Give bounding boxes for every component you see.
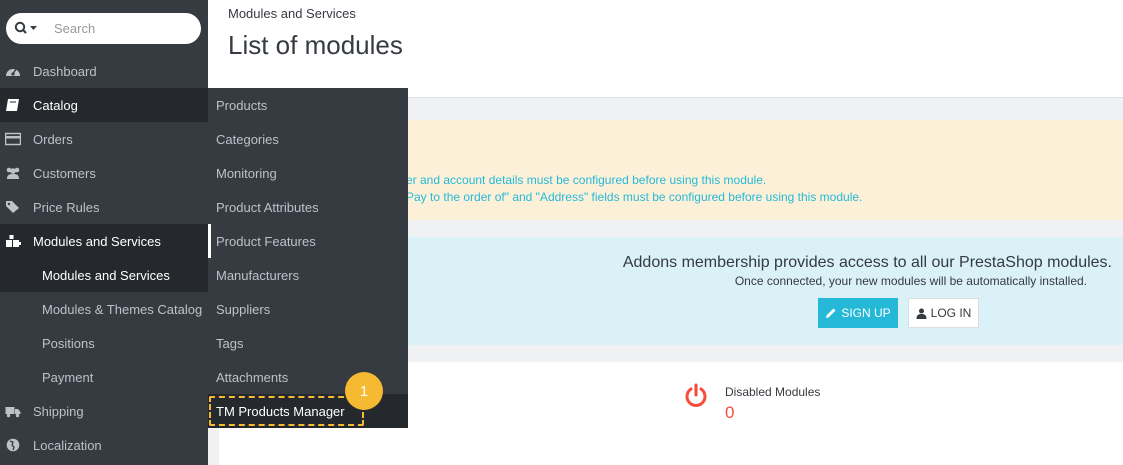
- submenu-item-label: Modules and Services: [42, 268, 170, 283]
- warning-line: Pay to the order of" and "Address" field…: [406, 190, 863, 204]
- submenu-item-modules-themes-catalog[interactable]: Modules & Themes Catalog: [0, 292, 208, 326]
- search-box: [6, 13, 201, 44]
- flyout-item-products[interactable]: Products: [208, 88, 408, 122]
- flyout-item-label: Products: [216, 98, 268, 113]
- puzzle-icon: [6, 235, 21, 247]
- submenu-item-payment[interactable]: Payment: [0, 360, 208, 394]
- pencil-icon: [826, 308, 836, 318]
- sidebar-item-modules-and-services[interactable]: Modules and Services: [0, 224, 208, 258]
- globe-icon: [6, 438, 20, 452]
- submenu-item-modules-and-services[interactable]: Modules and Services: [0, 258, 208, 292]
- truck-icon: [5, 407, 21, 418]
- step-number-badge: 1: [345, 372, 383, 410]
- flyout-item-label: Product Attributes: [216, 200, 319, 215]
- page-header: Modules and Services List of modules: [208, 0, 1123, 98]
- sidebar-item-label: Customers: [33, 166, 96, 181]
- flyout-item-label: Suppliers: [216, 302, 271, 317]
- sidebar-item-label: Localization: [33, 438, 102, 453]
- flyout-item-manufacturers[interactable]: Manufacturers: [208, 258, 408, 292]
- sidebar-item-label: Modules and Services: [33, 234, 161, 249]
- flyout-item-product-attributes[interactable]: Product Attributes: [208, 190, 408, 224]
- addons-subheading: Once connected, your new modules will be…: [734, 274, 1087, 288]
- flyout-item-product-features[interactable]: Product Features: [208, 224, 408, 258]
- flyout-item-label: Attachments: [216, 370, 289, 385]
- flyout-item-label: Product Features: [216, 234, 316, 249]
- flyout-item-monitoring[interactable]: Monitoring: [208, 156, 408, 190]
- catalog-flyout-menu: Products Categories Monitoring Product A…: [208, 88, 408, 428]
- flyout-item-suppliers[interactable]: Suppliers: [208, 292, 408, 326]
- power-icon: [685, 383, 707, 407]
- sign-up-button[interactable]: SIGN UP: [818, 298, 898, 328]
- sidebar-item-label: Price Rules: [33, 200, 100, 215]
- sidebar-item-localization[interactable]: Localization: [0, 428, 208, 462]
- search-input[interactable]: [54, 18, 194, 39]
- log-in-button[interactable]: LOG IN: [908, 298, 979, 328]
- page-title: List of modules: [228, 30, 403, 60]
- dashboard-icon: [6, 68, 20, 76]
- flyout-item-label: Manufacturers: [216, 268, 300, 283]
- flyout-item-categories[interactable]: Categories: [208, 122, 408, 156]
- sidebar-item-price-rules[interactable]: Price Rules: [0, 190, 208, 224]
- flyout-item-label: Monitoring: [216, 166, 277, 181]
- user-icon: [916, 308, 927, 319]
- submenu-item-label: Modules & Themes Catalog: [42, 302, 203, 317]
- sign-up-label: SIGN UP: [841, 306, 891, 320]
- tags-icon: [6, 201, 19, 213]
- submenu-item-label: Positions: [42, 336, 95, 351]
- highlight-dashed-box: [209, 396, 364, 426]
- users-icon: [6, 167, 20, 179]
- submenu-item-positions[interactable]: Positions: [0, 326, 208, 360]
- sidebar-item-catalog[interactable]: Catalog: [0, 88, 208, 122]
- search-dropdown-icon[interactable]: [14, 20, 42, 37]
- credit-card-icon: [5, 132, 21, 146]
- breadcrumb[interactable]: Modules and Services: [228, 6, 356, 21]
- sidebar-item-label: Shipping: [33, 404, 84, 419]
- book-icon: [6, 99, 19, 111]
- submenu-item-label: Payment: [42, 370, 94, 385]
- sidebar-item-label: Catalog: [33, 98, 78, 113]
- sidebar-item-label: Orders: [33, 132, 73, 147]
- sidebar: Dashboard Catalog Orders Customers Price…: [0, 0, 208, 465]
- sidebar-item-shipping[interactable]: Shipping: [0, 394, 208, 428]
- disabled-modules-label: Disabled Modules: [725, 385, 821, 399]
- addons-heading: Addons membership provides access to all…: [622, 254, 1112, 271]
- disabled-modules-count[interactable]: 0: [725, 403, 734, 423]
- flyout-item-label: Tags: [216, 336, 244, 351]
- sidebar-item-customers[interactable]: Customers: [0, 156, 208, 190]
- sidebar-item-label: Dashboard: [33, 64, 97, 79]
- log-in-label: LOG IN: [930, 306, 972, 320]
- sidebar-item-dashboard[interactable]: Dashboard: [0, 54, 208, 88]
- sidebar-item-orders[interactable]: Orders: [0, 122, 208, 156]
- warning-line: er and account details must be configure…: [406, 173, 767, 187]
- flyout-item-tags[interactable]: Tags: [208, 326, 408, 360]
- flyout-item-label: Categories: [216, 132, 279, 147]
